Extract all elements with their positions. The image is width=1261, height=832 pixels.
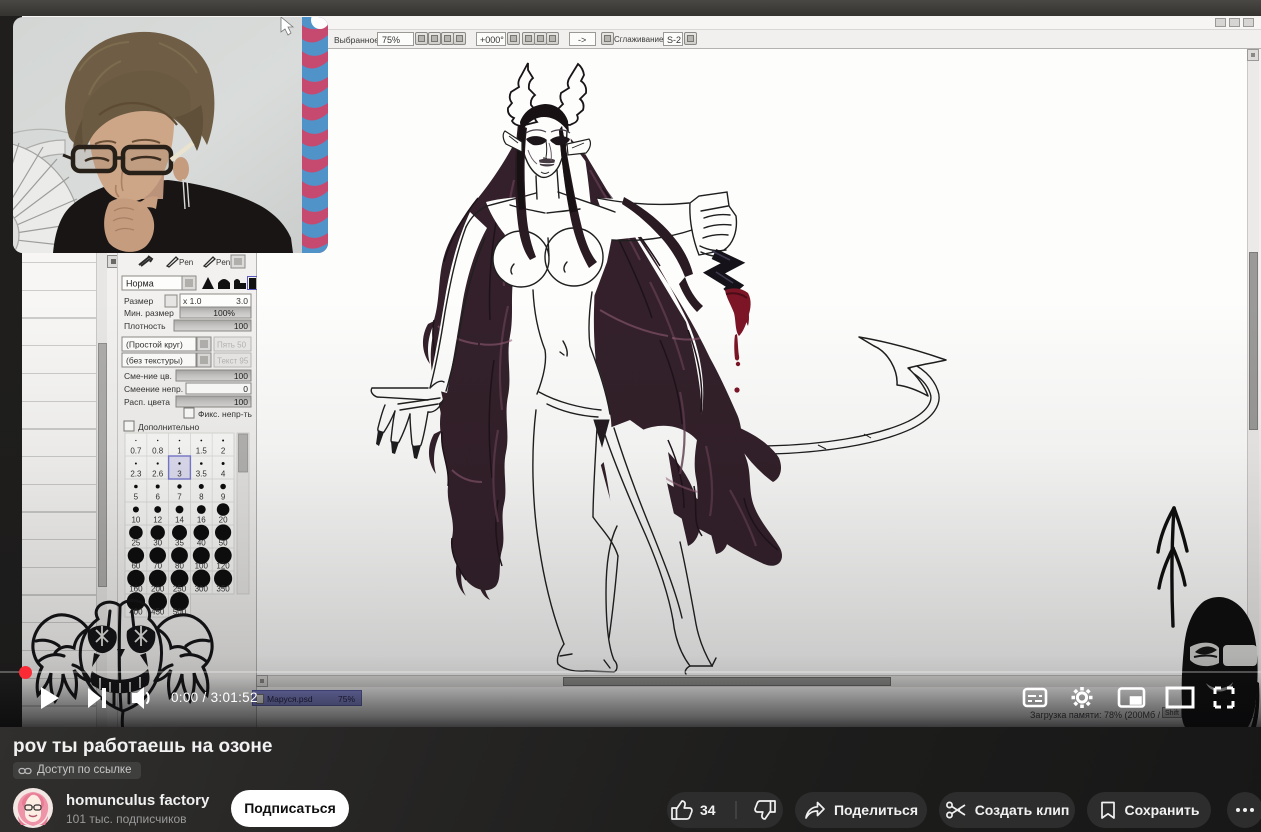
svg-text:Расп. цвета: Расп. цвета — [124, 397, 170, 407]
svg-text:80: 80 — [175, 562, 184, 571]
svg-text:34: 34 — [700, 802, 716, 818]
svg-text:3.5: 3.5 — [196, 470, 208, 479]
svg-text:6: 6 — [155, 493, 160, 502]
svg-text:30: 30 — [153, 539, 162, 548]
svg-text:Мин. размер: Мин. размер — [124, 308, 174, 318]
svg-text:Pen: Pen — [179, 258, 193, 267]
svg-text:100%: 100% — [213, 308, 235, 318]
svg-text:100: 100 — [234, 397, 248, 407]
svg-text:10: 10 — [131, 516, 140, 525]
svg-text:x 1.0: x 1.0 — [183, 296, 202, 306]
svg-text:2.3: 2.3 — [130, 470, 142, 479]
svg-text:3.0: 3.0 — [236, 296, 248, 306]
svg-text:2: 2 — [221, 447, 226, 456]
svg-text:9: 9 — [221, 493, 226, 502]
svg-text:8: 8 — [199, 493, 204, 502]
svg-text:Сме-ние цв.: Сме-ние цв. — [124, 371, 172, 381]
svg-text:100: 100 — [234, 321, 248, 331]
svg-text:Смеение непр.: Смеение непр. — [124, 384, 183, 394]
svg-text:60: 60 — [131, 562, 140, 571]
svg-text:25: 25 — [131, 539, 140, 548]
svg-text:50: 50 — [219, 539, 228, 548]
svg-text:100: 100 — [234, 371, 248, 381]
svg-text:100: 100 — [195, 562, 209, 571]
svg-text:120: 120 — [216, 562, 230, 571]
svg-text:20: 20 — [219, 516, 228, 525]
svg-text:1.5: 1.5 — [196, 447, 208, 456]
svg-text:4: 4 — [221, 470, 226, 479]
svg-text:0: 0 — [243, 384, 248, 394]
svg-text:70: 70 — [153, 562, 162, 571]
svg-text:0.7: 0.7 — [130, 447, 142, 456]
svg-text:Размер: Размер — [124, 296, 153, 306]
svg-text:12: 12 — [153, 516, 162, 525]
svg-text:Pen: Pen — [216, 258, 230, 267]
svg-text:3: 3 — [177, 470, 182, 479]
svg-text:5: 5 — [134, 493, 139, 502]
svg-text:Пять 50: Пять 50 — [217, 341, 247, 350]
svg-text:(Простой круг): (Простой круг) — [126, 340, 183, 350]
svg-text:Фикс. непр-ть: Фикс. непр-ть — [198, 409, 252, 419]
svg-text:2.6: 2.6 — [152, 470, 164, 479]
svg-text:(без текстуры): (без текстуры) — [126, 356, 183, 366]
svg-text:1: 1 — [177, 447, 182, 456]
svg-text:Дополнительно: Дополнительно — [138, 422, 199, 432]
svg-text:Плотность: Плотность — [124, 321, 166, 331]
svg-text:Норма: Норма — [126, 279, 154, 289]
svg-text:16: 16 — [197, 516, 206, 525]
svg-text:350: 350 — [216, 585, 230, 594]
svg-text:7: 7 — [177, 493, 182, 502]
svg-text:35: 35 — [175, 539, 184, 548]
svg-text:0.8: 0.8 — [152, 447, 164, 456]
svg-text:Текст 95: Текст 95 — [217, 357, 249, 366]
svg-text:40: 40 — [197, 539, 206, 548]
svg-text:14: 14 — [175, 516, 184, 525]
